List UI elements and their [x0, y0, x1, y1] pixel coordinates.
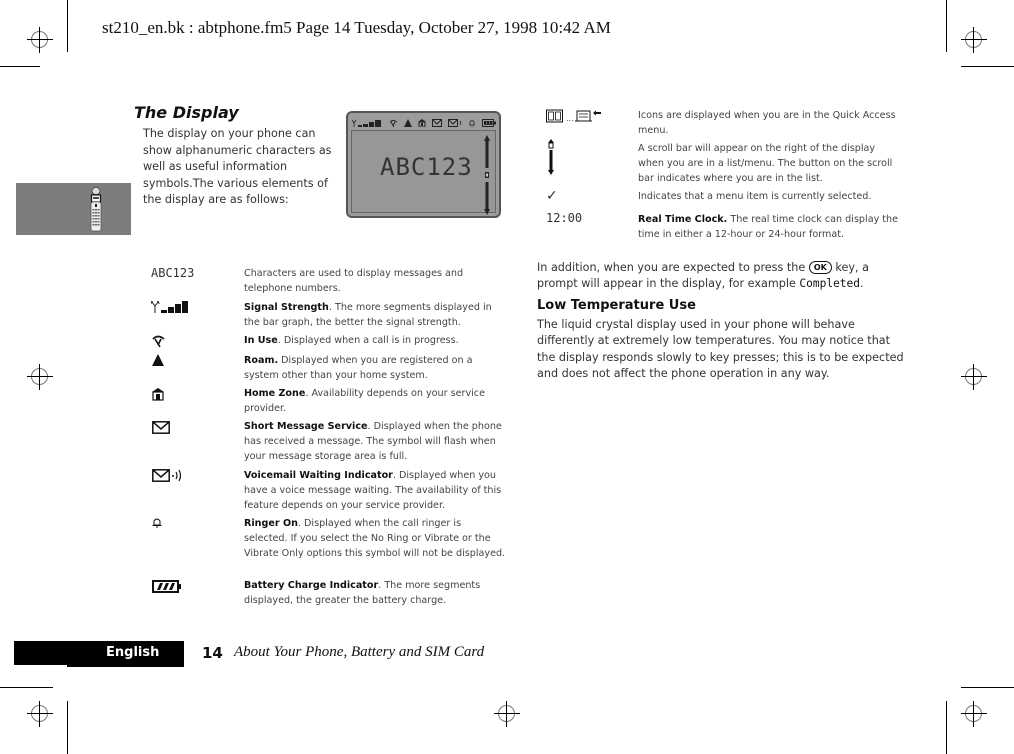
characters-symbol: ABC123 — [151, 266, 195, 280]
row-text: A scroll bar will appear on the right of… — [638, 143, 893, 184]
table-row: Short Message Service. Displayed when th… — [244, 419, 506, 464]
lcd-illustration: ABC123 — [346, 111, 501, 218]
battery-icon — [152, 580, 181, 593]
table-row: Real Time Clock. The real time clock can… — [638, 212, 903, 242]
ringer-icon — [152, 518, 162, 528]
row-title: Home Zone — [244, 388, 306, 399]
row-title: Roam. — [244, 355, 279, 366]
low-temp-heading: Low Temperature Use — [537, 298, 696, 313]
table-row: Ringer On. Displayed when the call ringe… — [244, 516, 506, 561]
intro-paragraph: The display on your phone can show alpha… — [143, 127, 332, 206]
table-row: Signal Strength. The more segments displ… — [244, 300, 506, 330]
registration-mark — [27, 27, 53, 53]
registration-mark — [961, 364, 987, 390]
svg-text:...: ... — [566, 114, 574, 123]
table-row: In Use. Displayed when a call is in prog… — [244, 333, 506, 348]
page-number: 14 — [202, 644, 223, 662]
crop-mark — [0, 687, 53, 688]
row-title: Battery Charge Indicator — [244, 580, 379, 591]
table-row: Icons are displayed when you are in the … — [638, 108, 903, 138]
registration-mark — [27, 364, 53, 390]
row-title: In Use — [244, 335, 278, 346]
table-row: Battery Charge Indicator. The more segme… — [244, 578, 506, 608]
registration-mark — [961, 701, 987, 727]
row-text: . Displayed when a call is in progress. — [277, 335, 459, 346]
crop-mark — [946, 701, 947, 754]
ok-key-paragraph: In addition, when you are expected to pr… — [537, 260, 907, 293]
phone-icon — [90, 187, 102, 232]
signal-strength-icon — [351, 119, 381, 127]
lcd-text: ABC123 — [380, 153, 473, 181]
home-zone-icon — [418, 118, 426, 127]
table-row: Characters are used to display messages … — [244, 266, 506, 296]
print-slug: st210_en.bk : abtphone.fm5 Page 14 Tuesd… — [102, 18, 611, 37]
battery-icon — [482, 118, 496, 127]
table-row: A scroll bar will appear on the right of… — [638, 141, 903, 186]
crop-mark — [961, 66, 1014, 67]
in-use-icon — [389, 119, 398, 127]
lcd-status-bar — [351, 116, 496, 129]
table-row: Home Zone. Availability depends on your … — [244, 386, 506, 416]
checkmark-icon: ✓ — [546, 188, 558, 204]
in-use-icon — [152, 335, 165, 348]
low-temp-paragraph: The liquid crystal display used in your … — [537, 318, 904, 380]
section-title: The Display — [134, 103, 239, 122]
lcd-screen: ABC123 — [351, 130, 496, 215]
row-title: Real Time Clock. — [638, 214, 728, 225]
table-row: Roam. Displayed when you are registered … — [244, 353, 506, 383]
crop-mark — [67, 0, 68, 52]
prompt-example: Completed — [799, 277, 861, 291]
table-row: Indicates that a menu item is currently … — [638, 189, 903, 204]
row-text: Indicates that a menu item is currently … — [638, 191, 872, 202]
registration-mark — [27, 701, 53, 727]
scroll-bar-icon — [548, 139, 554, 175]
crop-mark — [946, 0, 947, 52]
row-title: Voicemail Waiting Indicator — [244, 470, 393, 481]
crop-mark — [67, 701, 68, 754]
home-zone-icon — [152, 388, 164, 401]
clock-symbol: 12:00 — [546, 211, 583, 225]
voicemail-icon — [448, 118, 462, 127]
row-text: Displayed when you are registered on a s… — [244, 355, 473, 381]
signal-strength-icon — [151, 301, 188, 313]
roam-icon — [152, 354, 164, 366]
crop-mark — [0, 66, 40, 67]
language-tab-edge — [67, 663, 184, 667]
row-text: Icons are displayed when you are in the … — [638, 110, 896, 136]
row-text: Characters are used to display messages … — [244, 268, 464, 294]
row-title: Ringer On — [244, 518, 298, 529]
registration-mark — [961, 27, 987, 53]
scroll-bar-icon — [484, 135, 490, 215]
table-row: Voicemail Waiting Indicator. Displayed w… — [244, 468, 506, 513]
crop-mark — [961, 687, 1014, 688]
quick-access-icons: ... — [546, 109, 601, 123]
roam-icon — [404, 118, 412, 127]
ok-key-icon: OK — [808, 261, 832, 274]
paragraph-text: . — [860, 277, 864, 291]
paragraph-text: In addition, when you are expected to pr… — [537, 261, 809, 274]
row-title: Short Message Service — [244, 421, 368, 432]
row-title: Signal Strength — [244, 302, 329, 313]
footer-language: English — [106, 645, 160, 660]
chapter-title: About Your Phone, Battery and SIM Card — [234, 644, 485, 660]
sms-icon — [152, 421, 170, 434]
section-tab — [16, 183, 131, 235]
ringer-icon — [469, 119, 475, 127]
registration-mark — [494, 701, 520, 727]
sms-icon — [432, 118, 442, 127]
voicemail-icon — [152, 469, 182, 482]
